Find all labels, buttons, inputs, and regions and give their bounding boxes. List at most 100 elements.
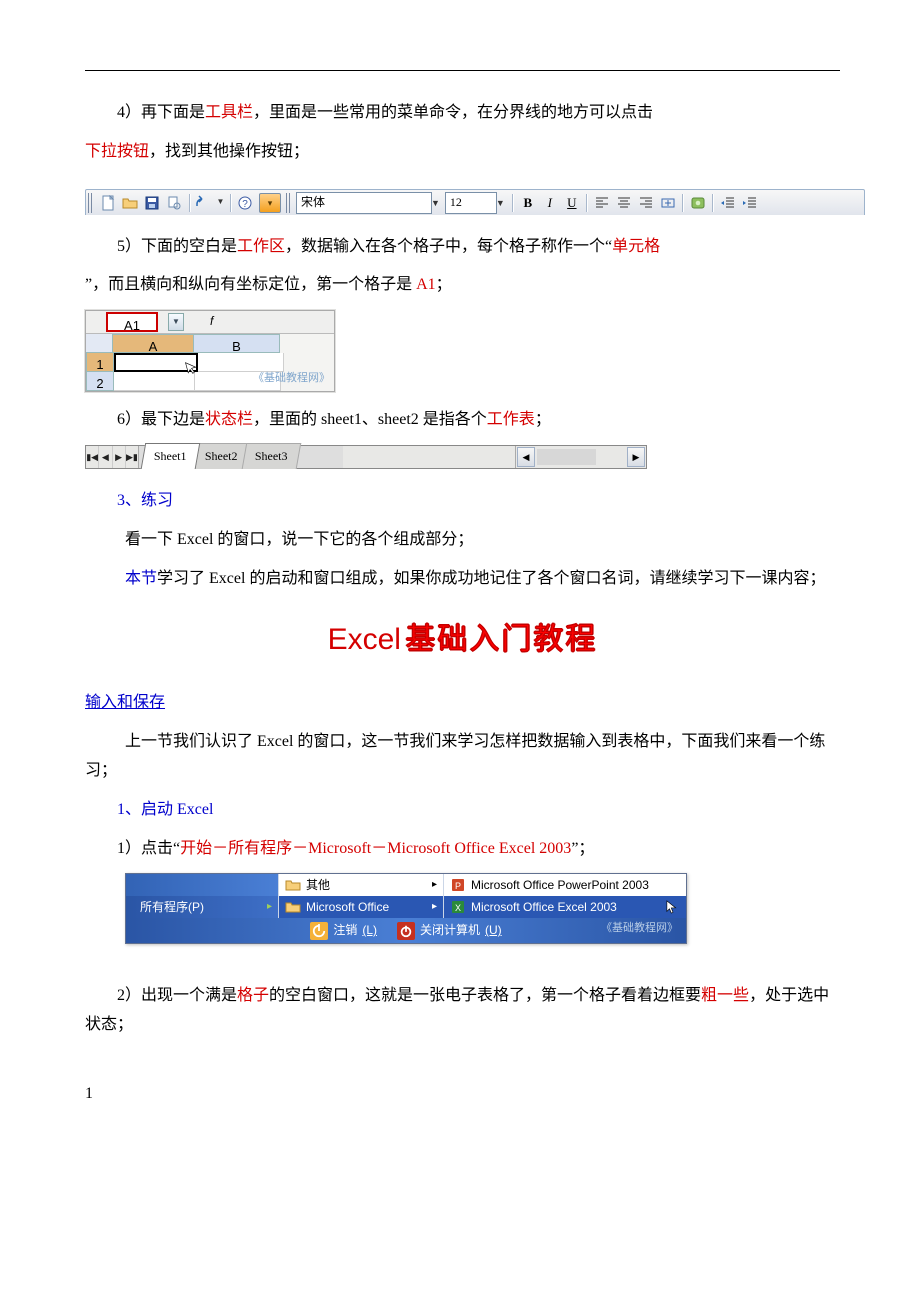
menu-label-excel: Microsoft Office Excel 2003 (471, 897, 617, 919)
sheet-tab-3-label: Sheet3 (255, 446, 288, 468)
decrease-indent-icon (718, 193, 738, 213)
start-menu-item-other: 其他 ▸ (278, 874, 443, 896)
align-left-icon (592, 193, 612, 213)
italic-icon: I (540, 193, 560, 213)
currency-icon (688, 193, 708, 213)
merge-cells-icon (658, 193, 678, 213)
section-3-body: 看一下 Excel 的窗口，说一下它的各个组成部分； (85, 526, 840, 555)
sheet-tab-1-label: Sheet1 (154, 446, 187, 468)
text: 6）最下边是 (117, 411, 205, 428)
paragraph-5: 5）下面的空白是工作区，数据输入在各个格子中，每个格子称作一个“单元格 (85, 233, 840, 262)
text: ，找到其他操作按钮； (149, 143, 309, 160)
undo-icon (194, 193, 214, 213)
hscroll-track (537, 449, 596, 465)
paragraph-4: 4）再下面是工具栏，里面是一些常用的菜单命令，在分界线的地方可以点击 (85, 99, 840, 128)
svg-text:X: X (455, 903, 461, 913)
menu-label-ppt: Microsoft Office PowerPoint 2003 (471, 875, 649, 897)
logoff-label: 注销 (333, 920, 357, 942)
text: ，里面的 sheet1、sheet2 是指各个 (253, 411, 487, 428)
term-grid: 格子 (237, 987, 269, 1004)
hscroll-left-icon: ◀ (517, 447, 535, 467)
summary-lead: 本节 (125, 570, 157, 587)
submenu-arrow-icon: ▸ (432, 898, 437, 916)
print-preview-icon (164, 193, 184, 213)
toolbar-separator (228, 192, 232, 214)
figure-sheet-tabs: ▮◀ ◀ ▶ ▶▮ Sheet1 Sheet2 Sheet3 ◀ ▶ (85, 445, 647, 469)
text: 4）再下面是 (117, 104, 205, 121)
cell-a1 (114, 353, 198, 372)
sheet-tab-1: Sheet1 (141, 443, 200, 469)
toolbar-separator (585, 192, 589, 214)
text: ，里面是一些常用的菜单命令，在分界线的地方可以点击 (253, 104, 653, 121)
align-center-icon (614, 193, 634, 213)
undo-dropdown-icon: ▼ (216, 193, 225, 213)
figure-excel-toolbar: ▼ ? ▾ 宋体 ▼ 12 ▼ B I U (85, 189, 865, 215)
step-2: 2）出现一个满是格子的空白窗口，这就是一张电子表格了，第一个格子看着边框要粗一些… (85, 982, 840, 1040)
term-statusbar: 状态栏 (205, 411, 253, 428)
text: 的空白窗口，这就是一张电子表格了，第一个格子看着边框要 (269, 987, 701, 1004)
shutdown-icon (397, 922, 415, 940)
text: 2）出现一个满是 (117, 987, 237, 1004)
start-menu-item-ppt: P Microsoft Office PowerPoint 2003 (443, 874, 686, 896)
powerpoint-icon: P (450, 877, 466, 893)
underline-icon: U (562, 193, 582, 213)
sheet-tab-2-label: Sheet2 (204, 446, 237, 468)
increase-indent-icon (740, 193, 760, 213)
dropdown-arrow-icon: ▼ (496, 195, 505, 211)
text: ，数据输入在各个格子中，每个格子称作一个“ (285, 238, 612, 255)
text: 1）点击“ (117, 840, 180, 857)
formula-fx-icon: f (210, 311, 213, 333)
folder-icon (285, 899, 301, 915)
term-worksheet: 工作表 (487, 411, 535, 428)
select-all-corner (86, 334, 113, 353)
save-icon (142, 193, 162, 213)
help-icon: ? (235, 193, 255, 213)
open-file-icon (120, 193, 140, 213)
shutdown-button: 关闭计算机(U) (397, 920, 502, 942)
term-dropdown-button: 下拉按钮 (85, 143, 149, 160)
logoff-icon (310, 922, 328, 940)
summary-paragraph: 本节学习了 Excel 的启动和窗口组成，如果你成功地记住了各个窗口名词，请继续… (85, 565, 840, 594)
paragraph-4-line2: 下拉按钮，找到其他操作按钮； (85, 138, 840, 167)
shutdown-hotkey: (U) (485, 920, 502, 942)
section-3-heading: 3、练习 (85, 487, 840, 516)
tab-nav-next-icon: ▶ (113, 446, 126, 468)
start-menu-all-programs: 所有程序(P) ▸ (126, 896, 278, 918)
toolbar-separator (681, 192, 685, 214)
title-part-2: 基础入门教程 (405, 623, 597, 656)
font-name-selector: 宋体 (296, 192, 432, 214)
svg-text:?: ? (242, 199, 248, 210)
menu-label-msoffice: Microsoft Office (306, 897, 389, 919)
text: 5）下面的空白是 (117, 238, 237, 255)
text: ”，而且横向和纵向有坐标定位，第一个格子是 (85, 276, 416, 293)
page-number: 1 (85, 1080, 840, 1109)
text: ； (535, 411, 551, 428)
text: ”； (571, 840, 594, 857)
figure-namebox-grid: A1 ▼ f A B 1 2 《基础教程网》 (85, 310, 335, 392)
cell-a2 (114, 372, 195, 391)
column-header-b: B (194, 334, 280, 353)
term-a1: A1 (416, 276, 436, 293)
font-name-value: 宋体 (301, 192, 325, 214)
folder-icon (285, 877, 301, 893)
tab-spacer (343, 446, 515, 468)
cursor-icon (666, 900, 680, 914)
menu-label-other: 其他 (306, 875, 330, 897)
svg-text:P: P (455, 881, 461, 891)
page-top-rule (85, 70, 840, 71)
align-right-icon (636, 193, 656, 213)
intro-paragraph-2: 上一节我们认识了 Excel 的窗口，这一节我们来学习怎样把数据输入到表格中，下… (85, 728, 840, 786)
term-start-path: 开始－所有程序－Microsoft－Microsoft Office Excel… (180, 840, 571, 857)
paragraph-5-line2: ”，而且横向和纵向有坐标定位，第一个格子是 A1； (85, 271, 840, 300)
dropdown-arrow-icon: ▼ (431, 195, 440, 211)
toolbar-overflow-icon: ▾ (259, 193, 281, 213)
term-workspace: 工作区 (237, 238, 285, 255)
logoff-button: 注销 (L) (310, 920, 377, 942)
summary-text: 学习了 Excel 的启动和窗口组成，如果你成功地记住了各个窗口名词，请继续学习… (157, 570, 825, 587)
row-header-1: 1 (86, 353, 114, 372)
term-bold-border: 粗一些 (701, 987, 749, 1004)
term-toolbar: 工具栏 (205, 104, 253, 121)
logoff-hotkey: (L) (362, 920, 377, 942)
watermark: 《基础教程网》 (253, 369, 330, 389)
all-programs-label: 所有程序 (140, 897, 188, 919)
